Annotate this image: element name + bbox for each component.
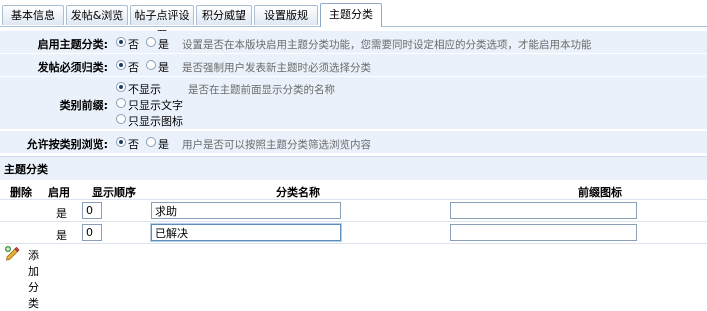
divider <box>0 199 707 200</box>
option-label: 只显示文字 <box>128 99 183 112</box>
enabled-value: 是 <box>56 229 67 242</box>
setting-hint: 是否强制用户发表新主题时必须选择分类 <box>182 62 371 74</box>
section-title-text: 主题分类 <box>4 163 48 176</box>
tab-credits[interactable]: 积分威望 <box>196 5 252 25</box>
header-category-name: 分类名称 <box>276 186 320 199</box>
radio-enable-no[interactable] <box>116 37 126 47</box>
setting-enable-categories: 启用主题分类: 否 是 设置是否在本版块启用主题分类功能，您需要同时设定相应的分… <box>0 31 707 53</box>
radio-enable-yes[interactable] <box>146 37 156 47</box>
tab-thread-categories[interactable]: 主题分类 <box>320 3 382 27</box>
category-name-input[interactable] <box>151 202 341 219</box>
setting-browse-by-category: 允许按类别浏览: 否 是 用户是否可以按照主题分类筛选浏览内容 <box>0 131 707 153</box>
radio-required-no[interactable] <box>116 60 126 70</box>
add-category-label: 添加分类 <box>28 249 39 310</box>
divider <box>0 243 707 244</box>
categories-section-title: 主题分类 <box>0 156 707 180</box>
option-label: 不显示 <box>128 83 161 96</box>
option-label: 否 <box>128 138 139 151</box>
setting-require-category: 发帖必须归类: 否 是 是否强制用户发表新主题时必须选择分类 <box>0 54 707 76</box>
option-label: 否 <box>128 61 139 74</box>
setting-category-prefix: 类别前缀: 不显示 只显示文字 只显示图标 是否在主题前面显示分类的名称 <box>0 77 707 129</box>
header-enable: 启用 <box>48 186 70 199</box>
tab-post-review[interactable]: 帖子点评设置 <box>130 5 194 42</box>
setting-hint: 是否在主题前面显示分类的名称 <box>188 84 335 96</box>
option-label: 只显示图标 <box>128 115 183 128</box>
setting-label: 发帖必须归类: <box>37 61 108 74</box>
radio-browse-yes[interactable] <box>146 137 156 147</box>
add-pencil-icon <box>4 245 22 264</box>
header-prefix-icon: 前缀图标 <box>578 186 622 199</box>
radio-prefix-icon[interactable] <box>116 114 126 124</box>
tab-basic-info[interactable]: 基本信息 <box>2 5 64 25</box>
setting-hint: 用户是否可以按照主题分类筛选浏览内容 <box>182 139 371 151</box>
prefix-icon-input[interactable] <box>450 202 637 219</box>
setting-label: 类别前缀: <box>59 99 108 112</box>
setting-hint: 设置是否在本版块启用主题分类功能，您需要同时设定相应的分类选项，才能启用本功能 <box>182 39 592 51</box>
display-order-input[interactable] <box>82 224 102 241</box>
radio-browse-no[interactable] <box>116 137 126 147</box>
radio-required-yes[interactable] <box>146 60 156 70</box>
tab-post-browse[interactable]: 发帖&浏览 <box>66 5 128 25</box>
radio-prefix-text[interactable] <box>116 98 126 108</box>
option-label: 否 <box>128 38 139 51</box>
category-name-input[interactable] <box>151 224 341 241</box>
setting-label: 启用主题分类: <box>37 38 108 51</box>
header-delete: 删除 <box>10 186 32 199</box>
enabled-value: 是 <box>56 207 67 220</box>
header-display-order: 显示顺序 <box>92 186 136 199</box>
tab-forum-rules[interactable]: 设置版规 <box>254 5 318 25</box>
radio-prefix-none[interactable] <box>116 82 126 92</box>
prefix-icon-input[interactable] <box>450 224 637 241</box>
option-label: 是 <box>158 38 169 51</box>
display-order-input[interactable] <box>82 202 102 219</box>
option-label: 是 <box>158 138 169 151</box>
tab-bar: 基本信息 发帖&浏览 帖子点评设置 积分威望 设置版规 主题分类 <box>0 0 707 42</box>
option-label: 是 <box>158 61 169 74</box>
divider <box>0 221 707 222</box>
setting-label: 允许按类别浏览: <box>26 138 108 151</box>
